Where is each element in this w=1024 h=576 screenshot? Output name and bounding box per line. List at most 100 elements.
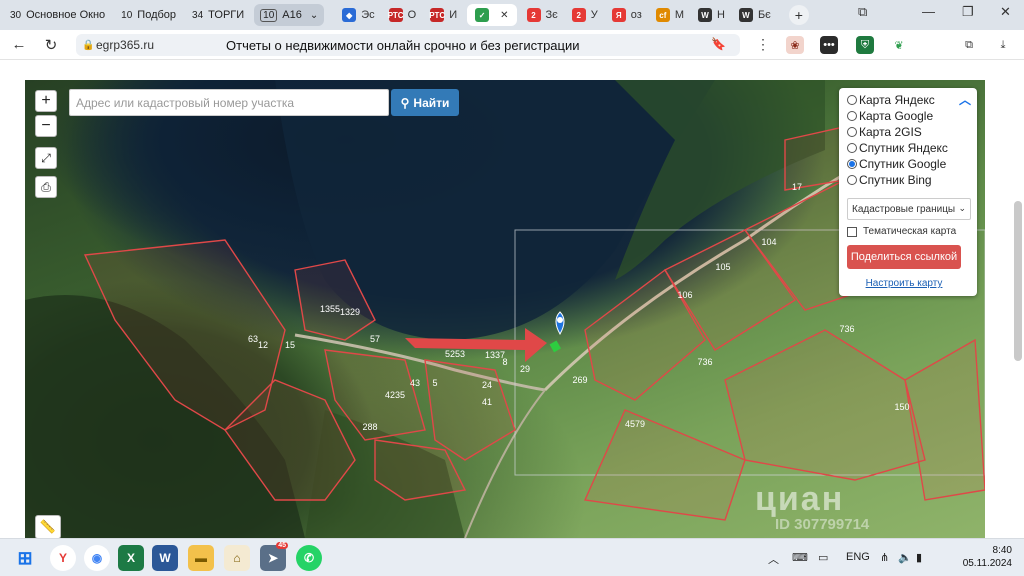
more-vertical-icon[interactable]: ⋮	[756, 36, 770, 53]
plot-label: 736	[697, 357, 712, 367]
app-icon[interactable]: ⌂	[224, 545, 250, 571]
minimize-icon[interactable]: —	[922, 4, 935, 19]
layer-option[interactable]: Спутник Яндекс	[847, 140, 969, 156]
url-field[interactable]: 🔒 egrp365.ru Отчеты о недвижимости онлай…	[76, 34, 740, 56]
browser-tab[interactable]: 2У	[568, 4, 602, 26]
plot-label: 17	[792, 182, 802, 192]
cadastral-map[interactable]: 17 104 105 106 736 736 150 4579 269 29 41 24 5 43 4235…	[25, 80, 985, 538]
collections-icon[interactable]: ⧉	[960, 36, 978, 54]
wifi-icon[interactable]: ⋔	[880, 551, 889, 564]
excel-icon[interactable]: X	[118, 545, 144, 571]
fullscreen-icon[interactable]: ⤢	[35, 147, 57, 169]
print-icon[interactable]: ⎙	[35, 176, 57, 198]
layer-radio[interactable]	[847, 159, 857, 169]
zoom-out-button[interactable]: −	[35, 115, 57, 137]
extension-icon[interactable]: •••	[820, 36, 838, 54]
restore-icon[interactable]: ❐	[962, 4, 974, 20]
browser-tab[interactable]: 2 Зє	[523, 4, 562, 26]
lock-icon: 🔒	[82, 39, 95, 51]
plot-label: 5	[432, 378, 437, 388]
layer-option[interactable]: Спутник Google	[847, 156, 969, 172]
share-link-button[interactable]: Поделиться ссылкой	[847, 245, 961, 269]
telegram-icon[interactable]: ➤ 45	[260, 542, 288, 571]
clock[interactable]: 8:40 05.11.2024	[963, 544, 1012, 570]
browser-tab[interactable]: W Бє	[735, 4, 775, 26]
plot-label: 57	[370, 334, 380, 344]
browser-tab[interactable]: WН	[694, 4, 729, 26]
tab-label: М	[674, 9, 684, 21]
leaf-icon[interactable]: ❦	[890, 36, 908, 54]
parcel-outline[interactable]	[583, 409, 746, 521]
layer-radio[interactable]	[847, 95, 857, 105]
plot-label: 5253	[445, 349, 465, 359]
close-tab-icon[interactable]: ✕	[500, 10, 508, 21]
setup-map-link[interactable]: Настроить карту	[847, 278, 961, 289]
tab-list: ◆ Эс РТС О РТС И ✓ ✕ 2 Зє 2 У Яоз cf М W Н W Бє	[332, 4, 775, 26]
download-icon[interactable]: ⤓	[994, 36, 1012, 54]
new-tab-button[interactable]: +	[788, 5, 809, 25]
tab-group-auctions[interactable]: 34 ТОРГИ	[186, 4, 250, 26]
browser-tab[interactable]: РТС О	[385, 4, 421, 26]
page-title: Отчеты о недвижимости онлайн срочно и бе…	[226, 37, 580, 53]
close-icon[interactable]: ✕	[1000, 4, 1011, 20]
clock-date: 05.11.2024	[962, 558, 1012, 569]
thematic-label: Тематическая карта	[863, 226, 957, 237]
browser-tab[interactable]: ✓ ✕	[467, 4, 517, 26]
favicon-icon: ◆	[342, 8, 357, 22]
word-icon[interactable]: W	[152, 545, 178, 571]
layer-option[interactable]: Карта Яндекс	[847, 92, 969, 108]
tab-group-selection[interactable]: 10 Подбор	[115, 4, 182, 26]
battery-icon[interactable]: ▮	[916, 551, 922, 564]
tab-label: Бє	[757, 9, 771, 21]
tab-group-label: Основное Окно	[26, 9, 106, 21]
thematic-checkbox[interactable]	[847, 226, 857, 237]
display-icon[interactable]: ▭	[818, 551, 828, 564]
folder-icon[interactable]: ▬	[188, 545, 214, 571]
parcel-outline[interactable]	[424, 359, 516, 461]
search-button[interactable]: ⚲ Найти	[391, 89, 459, 116]
layer-label: Карта Яндекс	[859, 93, 935, 107]
parcel-outline[interactable]	[904, 338, 985, 501]
layer-option[interactable]: Карта 2GIS	[847, 124, 969, 140]
reload-icon[interactable]: ↻	[38, 32, 64, 58]
layer-radio[interactable]	[847, 143, 857, 153]
chevron-up-icon[interactable]: ︿	[959, 91, 971, 108]
favicon-icon: Я	[611, 8, 626, 22]
bookmark-icon[interactable]: 🔖	[711, 37, 726, 51]
layer-radio[interactable]	[847, 127, 857, 137]
chevron-down-icon[interactable]: ⌄	[310, 10, 318, 21]
browser-tab[interactable]: Яоз	[608, 4, 646, 26]
layer-radio[interactable]	[847, 111, 857, 121]
shield-icon[interactable]: ⛨	[856, 36, 874, 54]
yandex-browser-icon[interactable]: Y	[50, 545, 76, 571]
layer-radio[interactable]	[847, 175, 857, 185]
whatsapp-icon[interactable]: ✆	[296, 545, 322, 571]
browser-tab[interactable]: cf М	[652, 4, 688, 26]
layer-select[interactable]: Кадастровые границы ⌄	[847, 198, 971, 220]
search-input[interactable]	[69, 89, 389, 116]
ruler-icon[interactable]: 📏	[35, 515, 61, 538]
language-indicator[interactable]: ENG	[846, 551, 870, 563]
scrollbar[interactable]	[1014, 201, 1022, 361]
chrome-icon[interactable]: ◉	[84, 545, 110, 571]
extension-icon[interactable]: ❀	[786, 36, 804, 54]
layer-option[interactable]: Карта Google	[847, 108, 969, 124]
tab-group-a16[interactable]: 10 А16 ⌄	[254, 4, 325, 26]
keyboard-icon[interactable]: ⌨	[792, 551, 808, 564]
thematic-map-option[interactable]: Тематическая карта	[847, 226, 969, 237]
volume-icon[interactable]: 🔈	[898, 551, 912, 564]
browser-tab[interactable]: ◆ Эс	[338, 4, 378, 26]
url-host: egrp365.ru	[96, 38, 155, 52]
layer-option[interactable]: Спутник Bing	[847, 172, 969, 188]
browser-tab[interactable]: РТС И	[426, 4, 461, 26]
zoom-in-button[interactable]: +	[35, 90, 57, 112]
tab-label: Зє	[545, 9, 558, 21]
chevron-up-icon[interactable]: ︿	[768, 551, 779, 567]
windows-start-icon[interactable]: ⊞	[12, 545, 38, 571]
watermark: циан	[755, 480, 845, 518]
page-content: 17 104 105 106 736 736 150 4579 269 29 41 24 5 43 4235…	[0, 61, 1024, 538]
back-arrow-icon[interactable]: ←	[6, 32, 32, 58]
tabs-overview-icon[interactable]: ⧉	[858, 4, 867, 20]
tab-label: О	[407, 9, 417, 21]
tab-group-main[interactable]: 30 Основное Окно	[4, 4, 111, 26]
